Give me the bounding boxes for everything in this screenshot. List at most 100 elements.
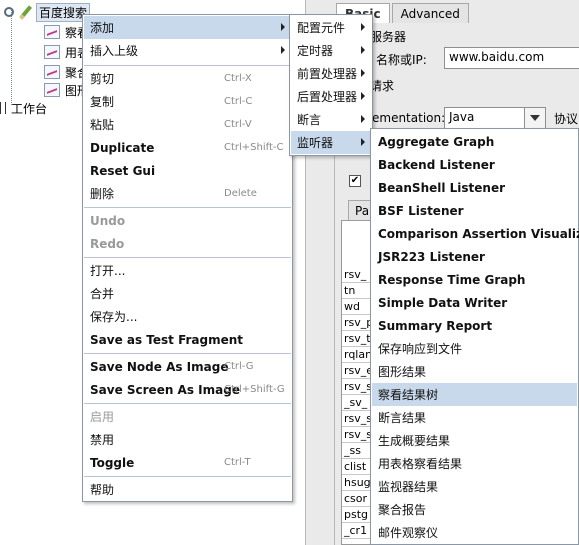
menu-item-shortcut: Ctrl-T (224, 457, 251, 468)
chevron-right-icon (361, 92, 365, 100)
menu-item-label: BSF Listener (378, 203, 464, 218)
menu-item-shortcut: Ctrl-C (224, 96, 253, 107)
menu-item-label: 启用 (90, 410, 115, 424)
implementation-select[interactable]: Java (444, 107, 528, 129)
menu-item-label: 聚合报告 (378, 503, 427, 517)
menu-item-view-results-table[interactable]: 用表格察看结果 (372, 452, 577, 475)
menu-item-shortcut: Ctrl-G (224, 361, 254, 372)
menu-item-label: 复制 (90, 95, 115, 109)
menu-item-label: 打开... (90, 264, 126, 278)
menu-separator (84, 65, 291, 66)
menu-item-redo: Redo (84, 232, 291, 255)
menu-item-cut[interactable]: 剪切 Ctrl-X (84, 67, 291, 90)
menu-item-timer[interactable]: 定时器 (291, 39, 371, 62)
menu-separator (84, 207, 291, 208)
menu-item-pre-processor[interactable]: 前置处理器 (291, 62, 371, 85)
menu-item-copy[interactable]: 复制 Ctrl-C (84, 90, 291, 113)
chevron-down-icon[interactable] (524, 107, 546, 129)
menu-item-label: 添加 (90, 21, 115, 35)
menu-separator (84, 403, 291, 404)
menu-item-save-screen-image[interactable]: Save Screen As Image Ctrl+Shift-G (84, 378, 291, 401)
menu-item-label: 后置处理器 (297, 90, 358, 104)
menu-item-label: BeanShell Listener (378, 180, 506, 195)
menu-item-save-as[interactable]: 保存为... (84, 305, 291, 328)
menu-item-paste[interactable]: 粘贴 Ctrl-V (84, 113, 291, 136)
menu-item-shortcut: Ctrl-X (224, 73, 252, 84)
menu-item-label: 配置元件 (297, 21, 346, 35)
server-section-title: 服务器 (370, 30, 407, 44)
menu-separator (84, 257, 291, 258)
menu-item-beanshell-listener[interactable]: BeanShell Listener (372, 176, 577, 199)
menu-item-label: 图形结果 (378, 365, 427, 379)
menu-item-bsf-listener[interactable]: BSF Listener (372, 199, 577, 222)
menu-item-label: 断言结果 (378, 411, 427, 425)
menu-item-generate-summary[interactable]: 生成概要结果 (372, 429, 577, 452)
context-menu: 添加 插入上级 剪切 Ctrl-X 复制 Ctrl-C 粘贴 Ctrl-V Du… (82, 14, 293, 502)
menu-item-label: 监听器 (297, 136, 334, 150)
menu-item-view-results-tree[interactable]: 察看结果树 (372, 383, 577, 406)
server-name-label: 名称或IP: (376, 53, 427, 67)
menu-item-label: Response Time Graph (378, 272, 526, 287)
menu-item-backend-listener[interactable]: Backend Listener (372, 153, 577, 176)
menu-item-add[interactable]: 添加 (84, 16, 291, 39)
request-section-title: 请求 (370, 79, 395, 93)
menu-item-save-node-image[interactable]: Save Node As Image Ctrl-G (84, 355, 291, 378)
tree-node-workbench[interactable]: 工作台 (0, 98, 47, 118)
menu-item-help[interactable]: 帮助 (84, 478, 291, 501)
menu-item-label: 插入上级 (90, 44, 139, 58)
add-submenu: 配置元件 定时器 前置处理器 后置处理器 断言 监听器 (289, 14, 373, 156)
chevron-right-icon (361, 115, 365, 123)
menu-item-undo: Undo (84, 209, 291, 232)
menu-item-delete[interactable]: 删除 Delete (84, 182, 291, 205)
menu-item-label: 禁用 (90, 433, 115, 447)
menu-item-insert-parent[interactable]: 插入上级 (84, 39, 291, 62)
menu-item-merge[interactable]: 合并 (84, 282, 291, 305)
menu-item-disable[interactable]: 禁用 (84, 428, 291, 451)
menu-item-label: JSR223 Listener (378, 249, 485, 264)
chevron-right-icon (361, 23, 365, 31)
menu-item-label: Comparison Assertion Visualizer (378, 226, 579, 241)
server-name-input[interactable]: www.baidu.com (444, 47, 579, 69)
menu-item-config-element[interactable]: 配置元件 (291, 16, 371, 39)
menu-item-label: Reset Gui (90, 163, 156, 178)
menu-item-post-processor[interactable]: 后置处理器 (291, 85, 371, 108)
menu-item-label: 断言 (297, 113, 322, 127)
chevron-right-icon (361, 138, 365, 146)
menu-item-label: 保存为... (90, 310, 138, 324)
menu-item-label: 合并 (90, 287, 115, 301)
menu-item-reset-gui[interactable]: Reset Gui (84, 159, 291, 182)
tree-node-workbench-label: 工作台 (11, 101, 48, 116)
menu-item-aggregate-graph[interactable]: Aggregate Graph (372, 130, 577, 153)
option-checkbox[interactable]: ✔ (349, 175, 361, 187)
menu-item-label: Toggle (90, 455, 135, 470)
menu-item-assertion-results[interactable]: 断言结果 (372, 406, 577, 429)
menu-item-duplicate[interactable]: Duplicate Ctrl+Shift-C (84, 136, 291, 159)
menu-item-mailer-visualizer[interactable]: 邮件观察仪 (372, 521, 577, 544)
menu-item-toggle[interactable]: Toggle Ctrl-T (84, 451, 291, 474)
protocol-label: 协议 (554, 112, 579, 126)
menu-item-save-responses[interactable]: 保存响应到文件 (372, 337, 577, 360)
menu-item-aggregate-report[interactable]: 聚合报告 (372, 498, 577, 521)
chevron-right-icon (281, 46, 285, 54)
menu-item-shortcut: Ctrl-V (224, 119, 252, 130)
tree-node-root[interactable]: 百度搜索 (4, 2, 91, 22)
menu-item-open[interactable]: 打开... (84, 259, 291, 282)
menu-item-comparison-assertion-visualizer[interactable]: Comparison Assertion Visualizer (372, 222, 579, 245)
menu-item-response-time-graph[interactable]: Response Time Graph (372, 268, 577, 291)
menu-item-label: 剪切 (90, 72, 115, 86)
listener-submenu: Aggregate Graph Backend Listener BeanShe… (370, 128, 579, 545)
menu-item-summary-report[interactable]: Summary Report (372, 314, 577, 337)
menu-item-label: 邮件观察仪 (378, 526, 439, 540)
menu-item-label: Summary Report (378, 318, 493, 333)
chevron-right-icon (361, 46, 365, 54)
menu-item-simple-data-writer[interactable]: Simple Data Writer (372, 291, 577, 314)
menu-item-assertion[interactable]: 断言 (291, 108, 371, 131)
menu-item-graph-results[interactable]: 图形结果 (372, 360, 577, 383)
menu-item-label: Simple Data Writer (378, 295, 508, 310)
menu-item-listener[interactable]: 监听器 (291, 131, 371, 154)
menu-item-label: 前置处理器 (297, 67, 358, 81)
menu-item-monitor-results[interactable]: 监视器结果 (372, 475, 577, 498)
sampler-icon (18, 4, 34, 20)
menu-item-save-test-fragment[interactable]: Save as Test Fragment (84, 328, 291, 351)
menu-item-jsr223-listener[interactable]: JSR223 Listener (372, 245, 577, 268)
